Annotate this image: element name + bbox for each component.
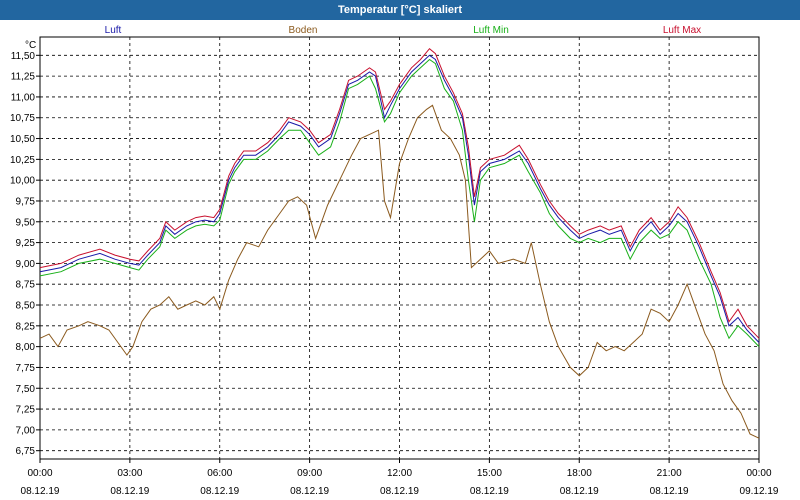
temperature-chart: 6,75 7,00 7,25 7,50 7,75 8,00 8,25 8,50 8,75 9,00…: [10, 25, 779, 497]
y-tick-label: 6,75: [16, 446, 36, 457]
y-tick-label: 7,25: [16, 405, 36, 416]
y-tick-label: 8,75: [16, 280, 36, 291]
x-tick-date-label: 08.12.19: [560, 486, 599, 497]
y-tick-label: 7,50: [16, 384, 36, 395]
x-tick-date-label: 08.12.19: [21, 486, 60, 497]
y-tick-label: 7,75: [16, 363, 36, 374]
y-tick-label: 8,50: [16, 301, 36, 312]
y-tick-label: 10,75: [10, 113, 35, 124]
x-tick-time-label: 12:00: [387, 468, 412, 479]
x-tick-time-label: 03:00: [117, 468, 142, 479]
x-axis: 00:00 08.12.19 03:00 08.12.19 06:00 08.12.19 0…: [21, 459, 779, 497]
legend-item-luft: Luft: [105, 25, 122, 36]
y-tick-label: 10,25: [10, 155, 35, 166]
x-tick-date-label: 08.12.19: [110, 486, 149, 497]
legend-item-luft-min: Luft Min: [473, 25, 509, 36]
legend-item-boden: Boden: [289, 25, 318, 36]
x-tick-date-label: 08.12.19: [290, 486, 329, 497]
y-tick-label: 11,00: [11, 92, 36, 103]
y-tick-label: 11,25: [11, 72, 36, 83]
y-tick-label: 10,50: [10, 134, 35, 145]
y-tick-label: 10,00: [10, 176, 35, 187]
x-tick-date-label: 09.12.19: [740, 486, 779, 497]
y-tick-label: 7,00: [16, 425, 36, 436]
x-tick-date-label: 08.12.19: [200, 486, 239, 497]
x-tick-time-label: 09:00: [297, 468, 322, 479]
x-tick-date-label: 08.12.19: [470, 486, 509, 497]
legend-item-luft-max: Luft Max: [663, 25, 701, 36]
x-tick-time-label: 06:00: [207, 468, 232, 479]
x-tick-time-label: 00:00: [746, 468, 771, 479]
y-tick-label: 9,50: [16, 217, 36, 228]
legend: Luft Boden Luft Min Luft Max: [105, 25, 702, 36]
y-tick-label: 9,25: [16, 238, 36, 249]
x-tick-time-label: 18:00: [567, 468, 592, 479]
y-tick-label: 11,50: [11, 51, 36, 62]
chart-title: Temperatur [°C] skaliert: [0, 0, 800, 20]
y-axis: 6,75 7,00 7,25 7,50 7,75 8,00 8,25 8,50 8,75 9,00…: [10, 51, 40, 457]
x-tick-date-label: 08.12.19: [650, 486, 689, 497]
y-tick-label: 9,75: [16, 196, 36, 207]
y-tick-label: 9,00: [16, 259, 36, 270]
y-tick-label: 8,25: [16, 321, 36, 332]
x-tick-date-label: 08.12.19: [380, 486, 419, 497]
y-axis-unit-label: °C: [25, 40, 36, 51]
y-tick-label: 8,00: [16, 342, 36, 353]
x-tick-time-label: 15:00: [477, 468, 502, 479]
x-tick-time-label: 00:00: [27, 468, 52, 479]
x-tick-time-label: 21:00: [657, 468, 682, 479]
